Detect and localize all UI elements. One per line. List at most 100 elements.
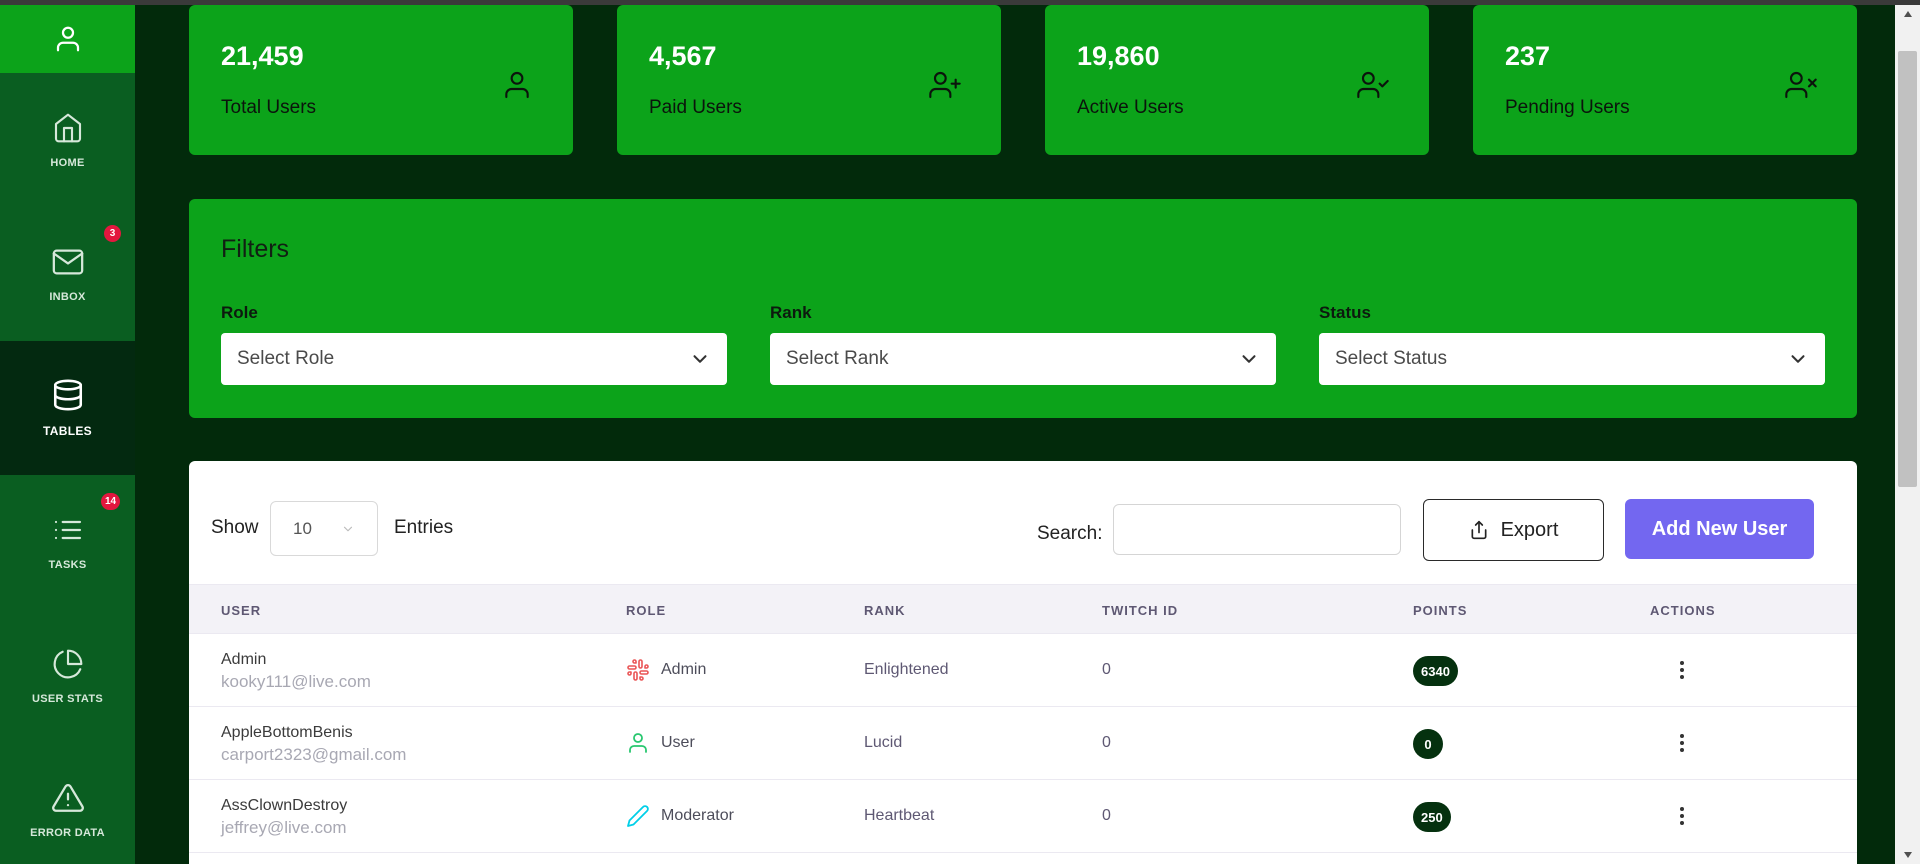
sidebar-item-label: ERROR DATA: [30, 827, 105, 839]
points-badge: 6340: [1413, 656, 1458, 686]
sidebar-item-home[interactable]: HOME: [0, 73, 135, 207]
add-new-user-button[interactable]: Add New User: [1625, 499, 1814, 559]
user-name: Admin: [221, 651, 267, 668]
status-filter-label: Status: [1319, 303, 1371, 322]
tasks-count-badge: 14: [101, 493, 121, 510]
search-label: Search:: [1037, 523, 1103, 544]
sidebar-item-tables[interactable]: TABLES: [0, 341, 135, 475]
table-row: AssClownDestroy jeffrey@live.com Moderat…: [189, 780, 1857, 853]
chevron-down-icon: [343, 526, 353, 531]
user-icon: [629, 733, 647, 753]
user-x-icon: [1785, 71, 1817, 99]
more-vertical-icon[interactable]: [1672, 658, 1692, 682]
database-icon: [51, 378, 85, 412]
status-select[interactable]: Select Status: [1319, 333, 1825, 385]
rank-filter: Rank Select Rank: [770, 303, 1276, 385]
search-input[interactable]: [1113, 504, 1401, 555]
column-header-twitch-id[interactable]: TWITCH ID: [1102, 603, 1178, 618]
inbox-count-badge: 3: [104, 225, 121, 242]
stat-card-paid-users: 4,567 Paid Users: [617, 5, 1001, 155]
slack-icon: [627, 659, 649, 681]
points-badge: 250: [1413, 802, 1451, 832]
filters-panel: Filters Role Select Role Rank Select Ran…: [189, 199, 1857, 418]
user-icon: [56, 26, 79, 52]
sidebar-item-error-data[interactable]: ERROR DATA: [0, 743, 135, 864]
table-header: USER ROLE RANK TWITCH ID POINTS ACTIONS: [189, 584, 1857, 634]
user-rank: Heartbeat: [864, 807, 935, 824]
stat-label: Paid Users: [649, 97, 742, 118]
stat-card-active-users: 19,860 Active Users: [1045, 5, 1429, 155]
chevron-down-icon: [1791, 355, 1805, 363]
stat-card-total-users: 21,459 Total Users: [189, 5, 573, 155]
column-header-user[interactable]: USER: [221, 603, 261, 618]
user-rank: Enlightened: [864, 661, 949, 678]
scrollbar-thumb[interactable]: [1898, 51, 1917, 487]
more-vertical-icon[interactable]: [1672, 731, 1692, 755]
stat-label: Total Users: [221, 97, 317, 118]
user-role: Admin: [661, 661, 707, 678]
table-row: AppleBottomBenis carport2323@gmail.com U…: [189, 707, 1857, 780]
entries-per-page-value: 10: [293, 518, 312, 538]
show-label: Show: [211, 517, 259, 538]
profile-button[interactable]: [0, 5, 135, 73]
user-rank: Lucid: [864, 734, 903, 751]
sidebar: HOME INBOX 3 TABLES TASKS 14 USER STATS …: [0, 5, 135, 864]
table-row: Admin kooky111@live.com Admin Enlightene…: [189, 634, 1857, 707]
table-toolbar: Show 10 Entries Search: Export Add New U…: [189, 461, 1857, 584]
user-twitch-id: 0: [1102, 734, 1111, 751]
pie-chart-icon: [51, 647, 85, 681]
window-top-border: [0, 0, 1920, 5]
entries-per-page-select[interactable]: 10: [270, 501, 378, 556]
stat-label: Active Users: [1077, 97, 1184, 118]
sidebar-item-inbox[interactable]: INBOX 3: [0, 207, 135, 341]
stat-value: 237: [1505, 41, 1551, 71]
user-role: Moderator: [661, 807, 734, 824]
user-icon: [505, 71, 529, 99]
points-badge: 0: [1413, 729, 1443, 759]
sidebar-item-label: HOME: [50, 157, 85, 169]
filters-title: Filters: [221, 235, 290, 263]
user-name: AppleBottomBenis: [221, 724, 353, 741]
user-name: AssClownDestroy: [221, 797, 348, 814]
rank-select[interactable]: Select Rank: [770, 333, 1276, 385]
more-vertical-icon[interactable]: [1672, 804, 1692, 828]
main-content: 21,459 Total Users 4,567 Paid Users 19,8…: [135, 5, 1895, 864]
role-filter-label: Role: [221, 303, 258, 322]
page-scrollbar[interactable]: [1895, 5, 1920, 864]
sidebar-item-tasks[interactable]: TASKS 14: [0, 475, 135, 609]
column-header-points[interactable]: POINTS: [1413, 603, 1467, 618]
user-role: User: [661, 734, 695, 751]
column-header-actions: ACTIONS: [1650, 603, 1716, 618]
stat-value: 19,860: [1077, 41, 1160, 71]
sidebar-item-label: USER STATS: [31, 693, 104, 705]
user-twitch-id: 0: [1102, 661, 1111, 678]
sidebar-item-label: TASKS: [48, 559, 87, 571]
status-select-value: Select Status: [1335, 348, 1447, 369]
stat-label: Pending Users: [1505, 97, 1630, 118]
role-select[interactable]: Select Role: [221, 333, 727, 385]
rank-select-value: Select Rank: [786, 348, 889, 369]
role-filter: Role Select Role: [221, 303, 727, 385]
scroll-down-arrow-icon[interactable]: [1895, 846, 1920, 864]
user-email: carport2323@gmail.com: [221, 745, 407, 764]
home-icon: [51, 111, 85, 145]
column-header-role[interactable]: ROLE: [626, 603, 666, 618]
sidebar-item-label: TABLES: [43, 424, 92, 438]
status-filter: Status Select Status: [1319, 303, 1825, 385]
pencil-icon: [627, 805, 649, 827]
upload-icon: [1471, 520, 1487, 540]
role-select-value: Select Role: [237, 348, 335, 369]
sidebar-item-user-stats[interactable]: USER STATS: [0, 609, 135, 743]
users-table-card: Show 10 Entries Search: Export Add New U…: [189, 461, 1857, 864]
export-button[interactable]: Export: [1423, 499, 1604, 561]
user-twitch-id: 0: [1102, 807, 1111, 824]
sidebar-item-label: INBOX: [49, 291, 86, 303]
chevron-down-icon: [693, 355, 707, 363]
user-email: kooky111@live.com: [221, 672, 371, 691]
mail-icon: [51, 245, 85, 279]
chevron-down-icon: [1242, 355, 1256, 363]
stat-value: 21,459: [221, 41, 304, 71]
scroll-up-arrow-icon[interactable]: [1895, 5, 1920, 23]
rank-filter-label: Rank: [770, 303, 812, 322]
column-header-rank[interactable]: RANK: [864, 603, 906, 618]
